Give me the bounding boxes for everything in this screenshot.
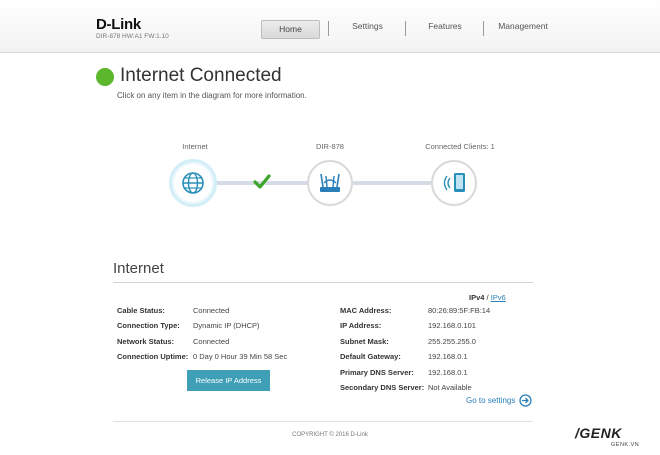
genk-watermark-url: GENK.VN	[611, 442, 640, 448]
info-key: IP Address:	[340, 321, 382, 330]
info-key: Secondary DNS Server:	[340, 383, 425, 392]
connection-status-title: Internet Connected	[120, 65, 282, 86]
clients-node[interactable]	[431, 160, 477, 206]
nav-separator	[483, 21, 484, 36]
ipv4-tab[interactable]: IPv4	[469, 293, 484, 302]
tablet-wifi-icon	[443, 173, 465, 192]
diagram-hint-text: Click on any item in the diagram for mor…	[117, 91, 307, 100]
model-firmware-text: DIR-878 HW:A1 FW:1.10	[96, 33, 169, 40]
info-value: Connected	[193, 306, 230, 315]
internet-section-title: Internet	[113, 260, 164, 277]
footer-divider	[113, 421, 533, 422]
info-value: 192.168.0.1	[428, 368, 468, 377]
nav-separator	[328, 21, 329, 36]
go-to-settings-link[interactable]: Go to settings	[466, 396, 515, 405]
nav-management-tab[interactable]: Management	[492, 21, 554, 31]
dlink-logo[interactable]: D-Link	[96, 16, 141, 33]
internet-node-label: Internet	[182, 142, 208, 151]
info-key: Connection Type:	[117, 321, 180, 330]
nav-features-tab[interactable]: Features	[416, 21, 474, 31]
genk-watermark: /GENK	[575, 425, 622, 441]
internet-node[interactable]	[169, 159, 217, 207]
info-key: MAC Address:	[340, 306, 392, 315]
arrow-circle-right-icon[interactable]	[519, 394, 532, 407]
ipv6-link[interactable]: IPv6	[491, 293, 506, 302]
ip-version-separator: /	[486, 293, 489, 302]
top-header: D-Link DIR-878 HW:A1 FW:1.10 Home Settin…	[0, 0, 660, 53]
nav-settings-tab[interactable]: Settings	[340, 21, 395, 31]
nav-home-tab[interactable]: Home	[261, 20, 320, 39]
info-value: 192.168.0.1	[428, 352, 468, 361]
info-value: 0 Day 0 Hour 39 Min 58 Sec	[193, 352, 288, 361]
router-clients-link	[353, 181, 433, 185]
info-value: 80:26:89:5F:FB:14	[428, 306, 491, 315]
ip-version-switch: IPv4 / IPv6	[469, 293, 506, 302]
globe-icon	[182, 172, 204, 194]
router-node[interactable]	[307, 160, 353, 206]
info-key: Cable Status:	[117, 306, 165, 315]
router-node-label: DIR-878	[316, 142, 344, 151]
info-key: Primary DNS Server:	[340, 368, 414, 377]
clients-node-label: Connected Clients: 1	[425, 142, 495, 151]
info-key: Connection Uptime:	[117, 352, 189, 361]
info-value: Not Available	[428, 383, 472, 392]
info-key: Default Gateway:	[340, 352, 401, 361]
release-ip-button[interactable]: Release IP Address	[187, 370, 270, 391]
section-divider	[113, 282, 533, 283]
router-icon	[320, 173, 340, 192]
nav-separator	[405, 21, 406, 36]
info-key: Network Status:	[117, 337, 175, 346]
checkmark-icon	[253, 174, 271, 189]
info-value: 255.255.255.0	[428, 337, 476, 346]
info-value: Connected	[193, 337, 230, 346]
copyright-text: COPYRIGHT © 2016 D-Link	[292, 432, 368, 438]
info-value: Dynamic IP (DHCP)	[193, 321, 260, 330]
info-key: Subnet Mask:	[340, 337, 389, 346]
info-value: 192.168.0.101	[428, 321, 476, 330]
status-indicator-dot	[96, 68, 114, 86]
